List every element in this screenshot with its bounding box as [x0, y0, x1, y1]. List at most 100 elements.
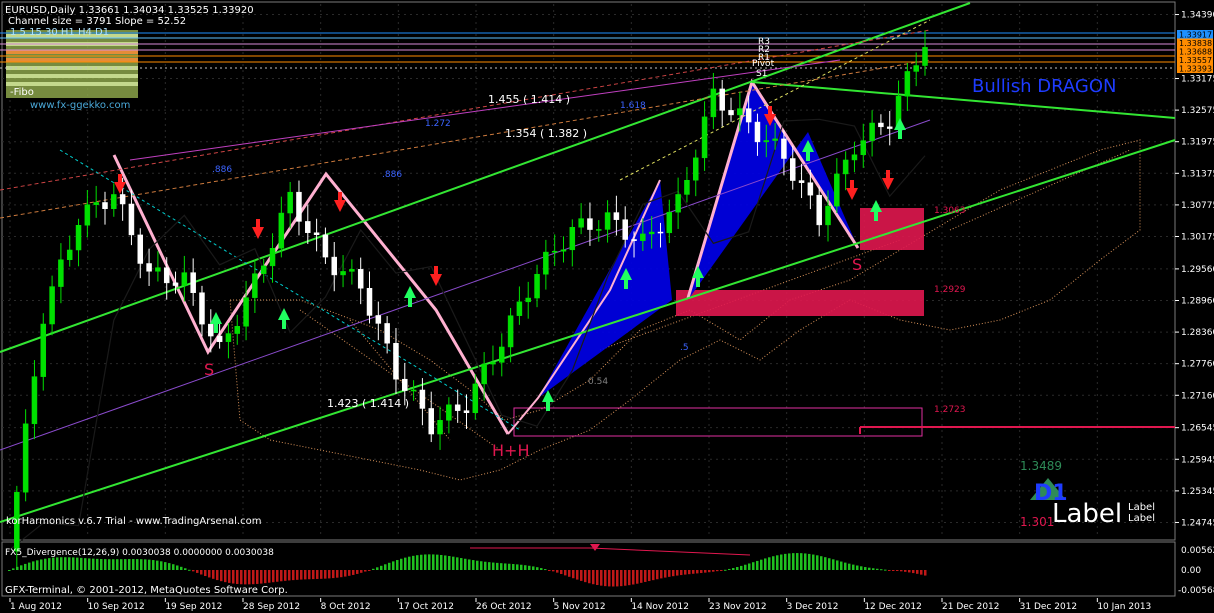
- histogram-bar: [696, 570, 699, 574]
- histogram-bar: [460, 558, 463, 570]
- histogram-bar: [792, 553, 795, 570]
- histogram-bar: [540, 568, 543, 570]
- histogram-bar: [60, 557, 63, 570]
- fibo-label: -Fibo: [10, 87, 34, 98]
- histogram-bar: [636, 570, 639, 584]
- histogram-bar: [608, 570, 611, 587]
- candle-bull: [111, 194, 117, 210]
- histogram-bar: [420, 554, 423, 570]
- candle-bear: [428, 408, 434, 435]
- histogram-bar: [456, 557, 459, 570]
- down-arrow-stem: [768, 106, 772, 115]
- x-tick-label: 21 Dec 2012: [942, 602, 1000, 612]
- histogram-bar: [388, 562, 391, 570]
- histogram-bar: [628, 570, 631, 586]
- histogram-bar: [820, 556, 823, 570]
- footer-terminal: GFX-Terminal, © 2001-2012, MetaQuotes So…: [5, 585, 288, 596]
- y-tick-label: 1.34390: [1181, 11, 1214, 21]
- candle-bear: [886, 126, 893, 129]
- histogram-bar: [796, 553, 799, 570]
- histogram-bar: [500, 563, 503, 570]
- y-tick-label: 1.27760: [1181, 360, 1214, 370]
- indicator-tick-top: 0.00562: [1181, 546, 1214, 556]
- down-arrow-stem: [118, 174, 122, 183]
- candle-bull: [543, 251, 549, 275]
- candle-bull: [49, 286, 55, 325]
- histogram-bar: [260, 570, 263, 584]
- candle-bull: [675, 194, 681, 213]
- fib-054: 0.54: [588, 377, 608, 387]
- price-box-label: 1.33393: [1179, 65, 1212, 74]
- candle-bull: [234, 326, 240, 334]
- candle-bull: [578, 218, 584, 228]
- histogram-bar: [284, 570, 287, 581]
- histogram-bar: [568, 570, 571, 577]
- histogram-bar: [572, 570, 575, 579]
- candle-bull: [252, 273, 258, 298]
- down-arrow-stem: [434, 266, 438, 275]
- up-arrow-stem: [214, 324, 218, 333]
- histogram-bar: [748, 563, 751, 570]
- histogram-bar: [112, 559, 115, 570]
- histogram-bar: [80, 557, 83, 570]
- candle-bear: [728, 110, 734, 116]
- histogram-bar: [620, 570, 623, 587]
- d1-low: 1.301: [1020, 515, 1054, 529]
- candle-bull: [913, 65, 919, 72]
- pivot-s1: S1: [756, 69, 767, 79]
- candle-bull: [93, 202, 99, 205]
- histogram-bar: [84, 558, 87, 570]
- candle-bear: [322, 234, 329, 258]
- histogram-bar: [924, 570, 927, 576]
- histogram-bar: [424, 554, 427, 570]
- histogram-bar: [176, 565, 179, 570]
- candle-bull: [225, 333, 232, 342]
- histogram-bar: [276, 570, 279, 582]
- website-label[interactable]: www.fx-ggekko.com: [30, 100, 130, 111]
- histogram-bar: [232, 570, 235, 584]
- histogram-bar: [836, 560, 839, 570]
- candle-bear: [454, 404, 461, 411]
- candle-bull: [851, 154, 858, 161]
- candle-bear: [719, 88, 725, 111]
- histogram-bar: [580, 570, 583, 581]
- candle-bull: [869, 122, 875, 141]
- x-tick-label: 26 Oct 2012: [476, 602, 532, 612]
- candle-bull: [490, 362, 496, 365]
- candle-bull: [22, 423, 29, 493]
- histogram-bar: [188, 569, 191, 571]
- zone-2-label: 1.2929: [934, 285, 966, 295]
- x-tick-label: 31 Dec 2012: [1020, 602, 1078, 612]
- x-tick-label: 23 Nov 2012: [709, 602, 767, 612]
- x-tick-label: 1 Aug 2012: [10, 602, 62, 612]
- label-s1: S: [204, 360, 214, 379]
- histogram-bar: [736, 567, 739, 570]
- histogram-bar: [68, 557, 71, 570]
- zone-upper: [860, 208, 924, 250]
- candle-bear: [366, 288, 373, 316]
- zone-1-label: 1.3063: [934, 206, 966, 216]
- histogram-bar: [920, 570, 923, 575]
- candle-bull: [604, 212, 611, 230]
- candle-bull: [446, 404, 452, 421]
- histogram-bar: [428, 554, 431, 570]
- histogram-bar: [832, 559, 835, 570]
- candle-bear: [781, 138, 787, 159]
- histogram-bar: [236, 570, 239, 584]
- histogram-bar: [772, 556, 775, 570]
- histogram-bar: [32, 561, 35, 570]
- fib-886-a: .886: [212, 165, 232, 175]
- candle-bull: [340, 271, 346, 276]
- candle-bull: [551, 250, 558, 253]
- histogram-bar: [244, 570, 247, 585]
- histogram-bar: [516, 564, 519, 570]
- candle-bull: [66, 249, 73, 260]
- histogram-bar: [468, 559, 471, 570]
- histogram-bar: [716, 570, 719, 572]
- histogram-bar: [752, 562, 755, 570]
- histogram-bar: [884, 569, 887, 571]
- indicator-tick-mid: 0.00: [1181, 566, 1201, 576]
- tf-line[interactable]: 1 5 15 30 H1 H4 D1: [10, 27, 109, 38]
- candle-bull: [525, 297, 531, 303]
- candle-bear: [754, 121, 761, 143]
